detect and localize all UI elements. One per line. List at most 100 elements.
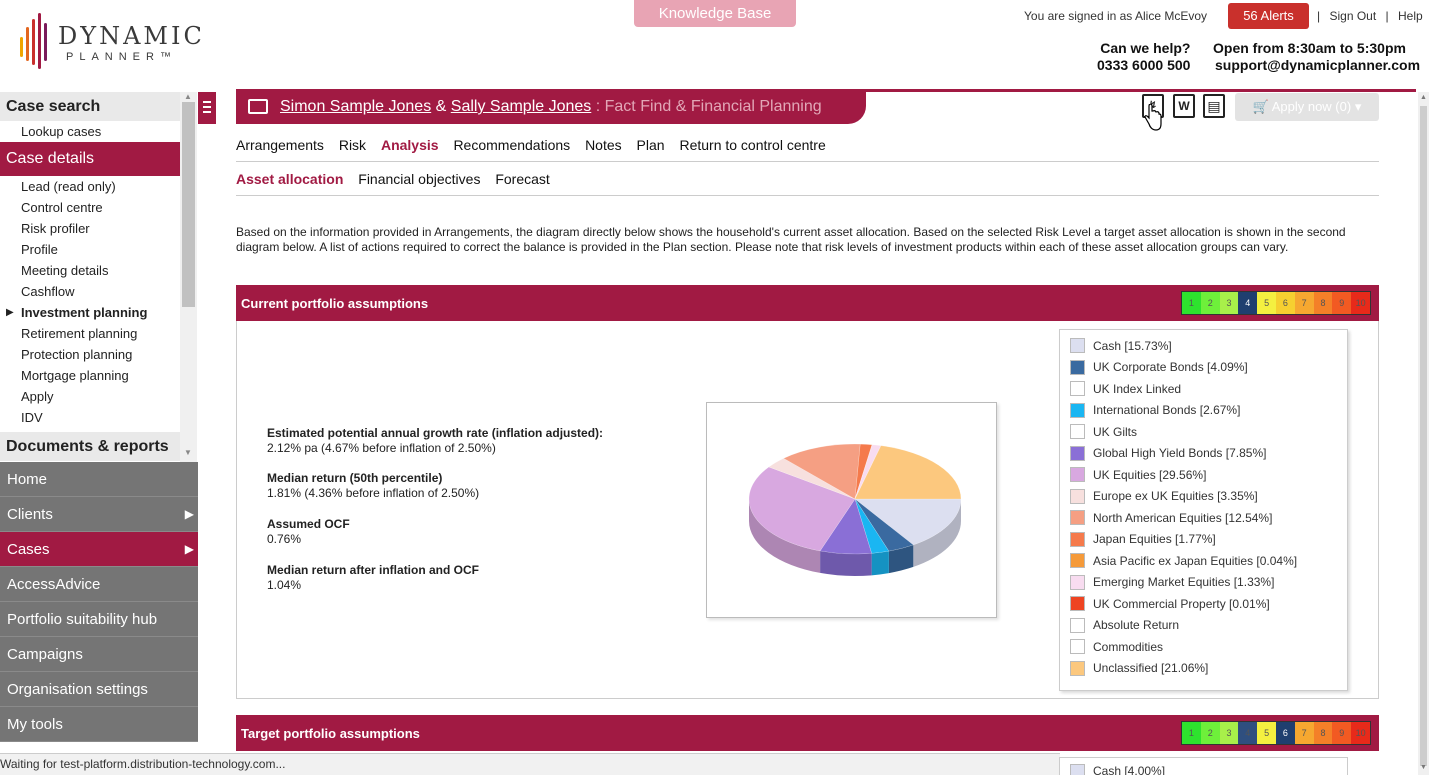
risk-level-3: 3 (1219, 292, 1239, 314)
legend-item: UK Commercial Property [0.01%] (1070, 593, 1347, 615)
subtab-asset-allocation[interactable]: Asset allocation (236, 171, 343, 187)
tab-notes[interactable]: Notes (585, 137, 622, 153)
legend-swatch (1070, 510, 1085, 526)
sidebar-item-risk-profiler[interactable]: Risk profiler (0, 218, 180, 239)
risk-level-4: 4 (1238, 292, 1258, 314)
scroll-thumb[interactable] (182, 102, 195, 307)
knowledge-base-button[interactable]: Knowledge Base (634, 0, 796, 27)
risk-level-scale: 1 2 3 4 5 6 7 8 9 10 (1181, 291, 1371, 315)
sidebar-scrollbar[interactable]: ▲ ▼ (180, 92, 197, 462)
sidebar-item-lookup-cases[interactable]: Lookup cases (0, 121, 180, 142)
amp: & (435, 98, 447, 115)
sidebar-item-cashflow[interactable]: Cashflow (0, 281, 180, 302)
legend-swatch (1070, 488, 1085, 504)
sign-out-link[interactable]: Sign Out (1329, 9, 1376, 23)
legend-label: Cash [4.00%] (1093, 764, 1166, 775)
stat-value: 2.12% pa (4.67% before inflation of 2.50… (267, 441, 496, 455)
stat-value: 1.04% (267, 578, 302, 592)
legend-label: UK Index Linked (1093, 381, 1182, 396)
client2-link[interactable]: Sally Sample Jones (451, 98, 592, 115)
nav-home[interactable]: Home (0, 462, 198, 497)
nav-campaigns[interactable]: Campaigns (0, 637, 198, 672)
legend-item: UK Index Linked (1070, 378, 1347, 400)
scroll-down-icon[interactable]: ▼ (1420, 764, 1427, 771)
sidebar-item-retirement-planning[interactable]: Retirement planning (0, 323, 180, 344)
case-details-heading[interactable]: Case details (0, 142, 180, 176)
documents-reports-heading[interactable]: Documents & reports (0, 432, 180, 461)
legend-item: UK Corporate Bonds [4.09%] (1070, 357, 1347, 379)
apply-now-button[interactable]: 🛒 Apply now (0) ▾ (1235, 93, 1379, 121)
legend-label: Global High Yield Bonds [7.85%] (1093, 446, 1267, 461)
sidebar-item-mortgage-planning[interactable]: Mortgage planning (0, 365, 180, 386)
legend-item: Cash [15.73%] (1070, 335, 1347, 357)
sidebar-item-control-centre[interactable]: Control centre (0, 197, 180, 218)
logo-subtext: PLANNER™ (66, 51, 177, 63)
hand-cursor-icon (1144, 104, 1162, 131)
nav-clients[interactable]: Clients ▶ (0, 497, 198, 532)
subtab-financial-objectives[interactable]: Financial objectives (358, 171, 480, 187)
sidebar-item-lead[interactable]: Lead (read only) (0, 176, 180, 197)
tab-recommendations[interactable]: Recommendations (453, 137, 570, 153)
sidebar-item-label: Investment planning (21, 305, 148, 320)
main-navigation: Home Clients ▶ Cases ▶ AccessAdvice Port… (0, 462, 198, 742)
help-phone: 0333 6000 500 (1097, 57, 1191, 73)
legend-item: Global High Yield Bonds [7.85%] (1070, 443, 1347, 465)
divider (236, 161, 1379, 162)
legend-label: Cash [15.73%] (1093, 338, 1172, 353)
tab-arrangements[interactable]: Arrangements (236, 137, 324, 153)
nav-cases[interactable]: Cases ▶ (0, 532, 198, 567)
word-export-icon[interactable]: W (1173, 94, 1195, 118)
subtab-forecast[interactable]: Forecast (495, 171, 549, 187)
nav-portfolio-suitability-hub[interactable]: Portfolio suitability hub (0, 602, 198, 637)
support-email[interactable]: support@dynamicplanner.com (1215, 57, 1420, 74)
risk-level-9: 9 (1332, 292, 1352, 314)
caret-right-icon: ▶ (184, 507, 194, 521)
tab-risk[interactable]: Risk (339, 137, 366, 153)
legend-swatch (1070, 445, 1085, 461)
legend-swatch (1070, 381, 1085, 397)
sidebar-item-protection-planning[interactable]: Protection planning (0, 344, 180, 365)
median-return-stat: Median return (50th percentile) 1.81% (4… (267, 471, 479, 501)
intro-text: Based on the information provided in Arr… (236, 225, 1346, 254)
separator: | (1317, 9, 1321, 23)
scroll-down-icon[interactable]: ▼ (184, 448, 192, 457)
pie-side-global-high-yield-bonds (820, 550, 872, 576)
dynamic-planner-logo[interactable]: DYNAMIC PLANNER™ (18, 13, 218, 75)
nav-organisation-settings[interactable]: Organisation settings (0, 672, 198, 707)
sidebar-item-meeting-details[interactable]: Meeting details (0, 260, 180, 281)
legend-swatch (1070, 596, 1085, 612)
nav-my-tools[interactable]: My tools (0, 707, 198, 742)
scroll-up-icon[interactable]: ▲ (184, 92, 192, 101)
stat-label: Median return after inflation and OCF (267, 563, 480, 577)
sidebar-item-apply[interactable]: Apply (0, 386, 180, 407)
sidebar-item-idv[interactable]: IDV (0, 407, 180, 428)
nav-accessadvice[interactable]: AccessAdvice (0, 567, 198, 602)
sidebar-item-profile[interactable]: Profile (0, 239, 180, 260)
legend-swatch (1070, 402, 1085, 418)
risk-level-10: 10 (1351, 722, 1370, 744)
scroll-up-icon[interactable]: ▲ (1420, 94, 1427, 101)
tab-return-to-control-centre[interactable]: Return to control centre (679, 137, 825, 153)
sidebar-item-investment-planning[interactable]: ▶ Investment planning (0, 302, 180, 323)
risk-level-2: 2 (1200, 722, 1220, 744)
alerts-button[interactable]: 56 Alerts (1228, 3, 1309, 29)
target-portfolio-header: Target portfolio assumptions 1 2 3 4 5 6 7 8 9 10 (236, 715, 1379, 751)
tab-analysis[interactable]: Analysis (381, 137, 439, 153)
menu-toggle-icon[interactable] (198, 92, 216, 124)
scroll-thumb[interactable] (1420, 106, 1427, 766)
logo-text: DYNAMIC (58, 22, 205, 50)
save-icon[interactable]: ▤ (1203, 94, 1225, 118)
client1-link[interactable]: Simon Sample Jones (280, 98, 431, 115)
case-search-heading[interactable]: Case search (0, 92, 180, 121)
legend-item: North American Equities [12.54%] (1070, 507, 1347, 529)
caret-right-icon: ▶ (6, 307, 14, 318)
help-link[interactable]: Help (1398, 9, 1423, 23)
legend-item: UK Gilts (1070, 421, 1347, 443)
risk-level-7: 7 (1294, 292, 1314, 314)
growth-rate-stat: Estimated potential annual growth rate (… (267, 426, 603, 456)
tab-plan[interactable]: Plan (637, 137, 665, 153)
sidebar-case-panel: Case search Lookup cases Case details Le… (0, 92, 180, 462)
legend-item: Japan Equities [1.77%] (1070, 529, 1347, 551)
page-scrollbar[interactable]: ▲ ▼ (1418, 92, 1429, 775)
risk-level-5: 5 (1257, 722, 1276, 744)
